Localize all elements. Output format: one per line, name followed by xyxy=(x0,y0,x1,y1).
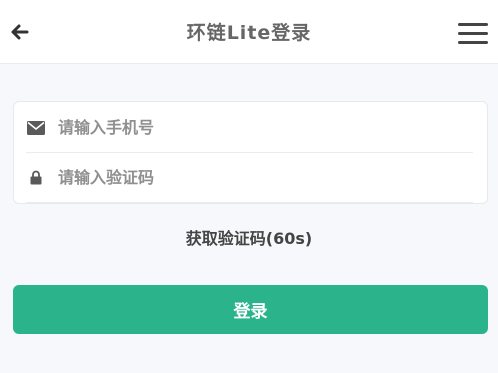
top-bar: 环链Lite登录 xyxy=(0,0,498,64)
hamburger-line xyxy=(458,23,488,26)
phone-input[interactable] xyxy=(58,118,438,137)
hamburger-line xyxy=(458,32,488,35)
login-button[interactable]: 登录 xyxy=(13,285,488,334)
login-form-card xyxy=(13,101,488,204)
menu-button[interactable] xyxy=(458,21,488,45)
get-code-button[interactable]: 获取验证码(60s) xyxy=(0,225,498,249)
phone-field xyxy=(26,103,473,153)
hamburger-line xyxy=(458,41,488,44)
envelope-icon xyxy=(26,118,46,138)
page-title: 环链Lite登录 xyxy=(186,22,312,44)
verification-code-field xyxy=(26,153,473,203)
lock-icon xyxy=(26,168,46,188)
verification-code-input[interactable] xyxy=(58,168,438,187)
